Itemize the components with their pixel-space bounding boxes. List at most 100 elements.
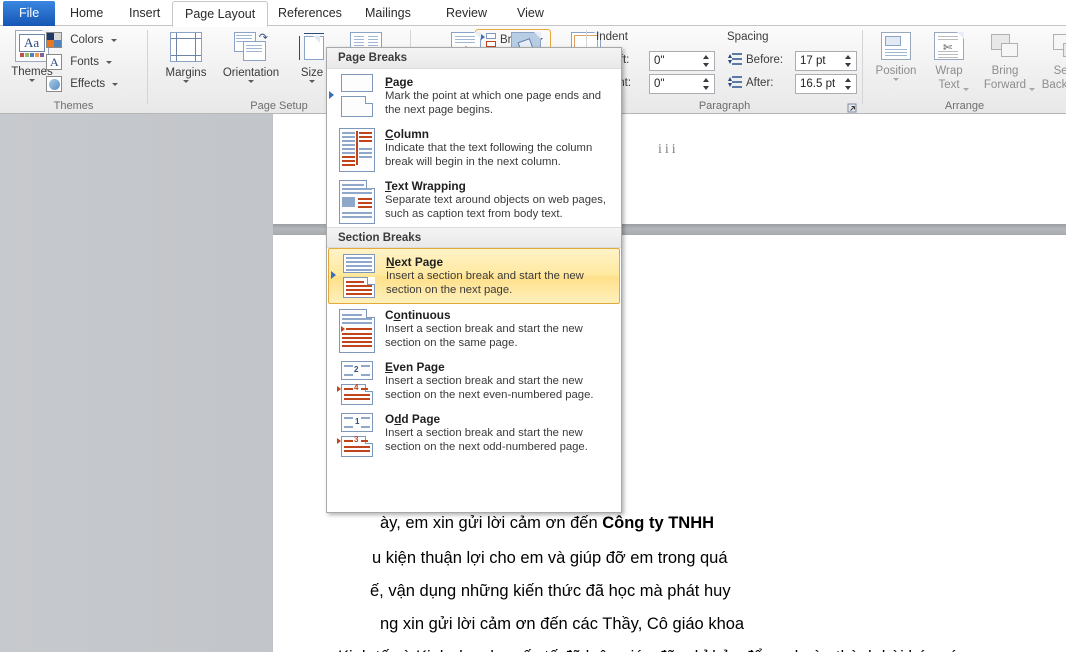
even-page-section-break-icon: 2 4: [337, 361, 377, 405]
document-bold-run: Công ty TNHH: [602, 514, 715, 532]
menu-item-even-page[interactable]: 2 4 Even Page Insert a section break and…: [327, 356, 621, 408]
menu-item-continuous[interactable]: Continuous Insert a section break and st…: [327, 304, 621, 356]
tab-insert[interactable]: Insert: [117, 2, 172, 26]
cursor-pointer-icon: [329, 91, 334, 99]
spacing-after-label: After:: [746, 77, 774, 89]
margins-label: Margins: [165, 67, 207, 79]
wrap-text-label-line1: Wrap: [935, 65, 963, 77]
spacing-after-value: 16.5 pt: [800, 78, 836, 90]
menu-item-description: Insert a section break and start the new…: [385, 323, 583, 349]
page-break-icon: [337, 74, 377, 118]
text-wrapping-break-icon: [337, 180, 377, 224]
tab-mailings[interactable]: Mailings: [353, 2, 423, 26]
chevron-down-icon: [309, 80, 315, 83]
margins-button[interactable]: Margins: [158, 32, 214, 83]
spacing-before-stepper[interactable]: [842, 53, 855, 69]
indent-left-stepper[interactable]: [700, 53, 713, 69]
spacing-after-icon: [728, 76, 742, 90]
effects-circle-icon: [46, 76, 62, 92]
menu-item-description: Mark the point at which one page ends an…: [385, 90, 602, 116]
document-line-5: Kinh tế và Kinh doanh quốc tế đã luôn gi…: [338, 647, 1066, 652]
continuous-section-break-icon: [337, 309, 377, 353]
margins-icon: [170, 32, 202, 62]
spacing-after-input[interactable]: 16.5 pt: [795, 74, 857, 94]
theme-effects-label: Effects: [70, 78, 106, 90]
position-label: Position: [875, 65, 917, 77]
menu-item-title: Page: [385, 75, 414, 89]
chevron-down-icon: [112, 82, 119, 86]
spacing-before-value: 17 pt: [800, 55, 826, 67]
chevron-down-icon: [183, 80, 189, 83]
menu-item-description: Insert a section break and start the new…: [385, 375, 594, 401]
color-palette-icon: [46, 32, 62, 48]
group-label-themes: Themes: [53, 100, 94, 112]
theme-fonts-label: Fonts: [70, 56, 99, 68]
indent-heading: Indent: [596, 31, 628, 43]
menu-item-text-wrapping[interactable]: Text Wrapping Separate text around objec…: [327, 175, 621, 227]
menu-item-page[interactable]: Page Mark the point at which one page en…: [327, 69, 621, 123]
chevron-down-icon: [893, 78, 899, 81]
wrap-text-button[interactable]: ✄ Wrap Text: [924, 32, 974, 91]
tab-review[interactable]: Review: [434, 2, 499, 26]
orientation-icon: ↷: [234, 32, 268, 62]
document-line-3: ế, vận dụng những kiến thức đã học mà ph…: [370, 582, 731, 600]
spacing-before-input[interactable]: 17 pt: [795, 51, 857, 71]
menu-item-title: Column: [385, 127, 429, 141]
menu-item-title: Next Page: [386, 255, 444, 269]
indent-left-input[interactable]: 0": [649, 51, 715, 71]
odd-page-number-bottom: 3: [354, 435, 359, 444]
menu-item-title: Even Page: [385, 360, 445, 374]
document-line-4: ng xin gửi lời cảm ơn đến các Thầy, Cô g…: [380, 615, 745, 633]
page-size-icon: [296, 32, 328, 62]
tab-file[interactable]: File: [3, 1, 56, 26]
theme-colors-label: Colors: [70, 34, 104, 46]
theme-colors-button[interactable]: Colors: [46, 30, 117, 50]
chevron-down-icon: [29, 79, 35, 82]
document-line-1: ày, em xin gửi lời cảm ơn đến Công ty TN…: [380, 514, 715, 532]
position-icon: [881, 32, 911, 60]
send-backward-button[interactable]: Send Backward: [1036, 32, 1066, 91]
bring-forward-label-line2: Forward: [983, 79, 1027, 91]
breaks-dropdown-menu[interactable]: Page Breaks Page Mark the point at which…: [326, 47, 622, 513]
tab-view[interactable]: View: [505, 2, 556, 26]
orientation-button[interactable]: ↷ Orientation: [214, 32, 288, 83]
theme-effects-button[interactable]: Effects: [46, 74, 119, 94]
chevron-down-icon: [110, 38, 117, 42]
menu-header-page-breaks: Page Breaks: [327, 48, 621, 69]
menu-item-description: Separate text around objects on web page…: [385, 194, 607, 220]
theme-fonts-button[interactable]: A Fonts: [46, 52, 113, 72]
menu-item-title-rest: age: [392, 75, 414, 89]
orientation-label: Orientation: [222, 67, 280, 79]
spacing-heading: Spacing: [727, 31, 769, 43]
menu-item-column[interactable]: Column Indicate that the text following …: [327, 123, 621, 175]
document-line-2: u kiện thuận lợi cho em và giúp đỡ em tr…: [372, 549, 728, 567]
group-label-paragraph: Paragraph: [698, 100, 751, 112]
menu-item-title: Odd Page: [385, 412, 441, 426]
spacing-after-stepper[interactable]: [842, 76, 855, 92]
spacing-before-icon: [728, 53, 742, 67]
paragraph-dialog-launcher[interactable]: [847, 101, 858, 113]
menu-header-section-breaks: Section Breaks: [327, 227, 621, 248]
indent-right-stepper[interactable]: [700, 76, 713, 92]
indent-right-input[interactable]: 0": [649, 74, 715, 94]
menu-item-next-page[interactable]: Next Page Insert a section break and sta…: [328, 248, 620, 304]
menu-item-title: Text Wrapping: [385, 179, 466, 193]
menu-item-odd-page[interactable]: 1 3 Odd Page Insert a section break and …: [327, 408, 621, 460]
even-page-number-bottom: 4: [354, 383, 359, 392]
odd-page-number-top: 1: [355, 417, 360, 426]
ribbon-group-paragraph: Indent Spacing Left: 0" Right: 0": [587, 26, 862, 114]
tab-page-layout[interactable]: Page Layout: [172, 1, 269, 27]
tab-home[interactable]: Home: [58, 2, 115, 26]
menu-item-description: Insert a section break and start the new…: [385, 427, 588, 453]
bring-forward-button[interactable]: Bring Forward: [974, 32, 1036, 91]
position-button[interactable]: Position: [868, 32, 924, 81]
page-number-footer: iii: [658, 142, 679, 157]
wrap-text-icon: ✄: [934, 32, 964, 60]
next-page-section-break-icon: [339, 254, 379, 298]
menu-item-description: Indicate that the text following the col…: [385, 142, 593, 168]
group-label-arrange: Arrange: [944, 100, 985, 112]
themes-icon: Aa: [15, 30, 49, 62]
tab-references[interactable]: References: [266, 2, 354, 26]
send-backward-icon: [1052, 32, 1066, 60]
column-break-icon: [337, 128, 377, 172]
